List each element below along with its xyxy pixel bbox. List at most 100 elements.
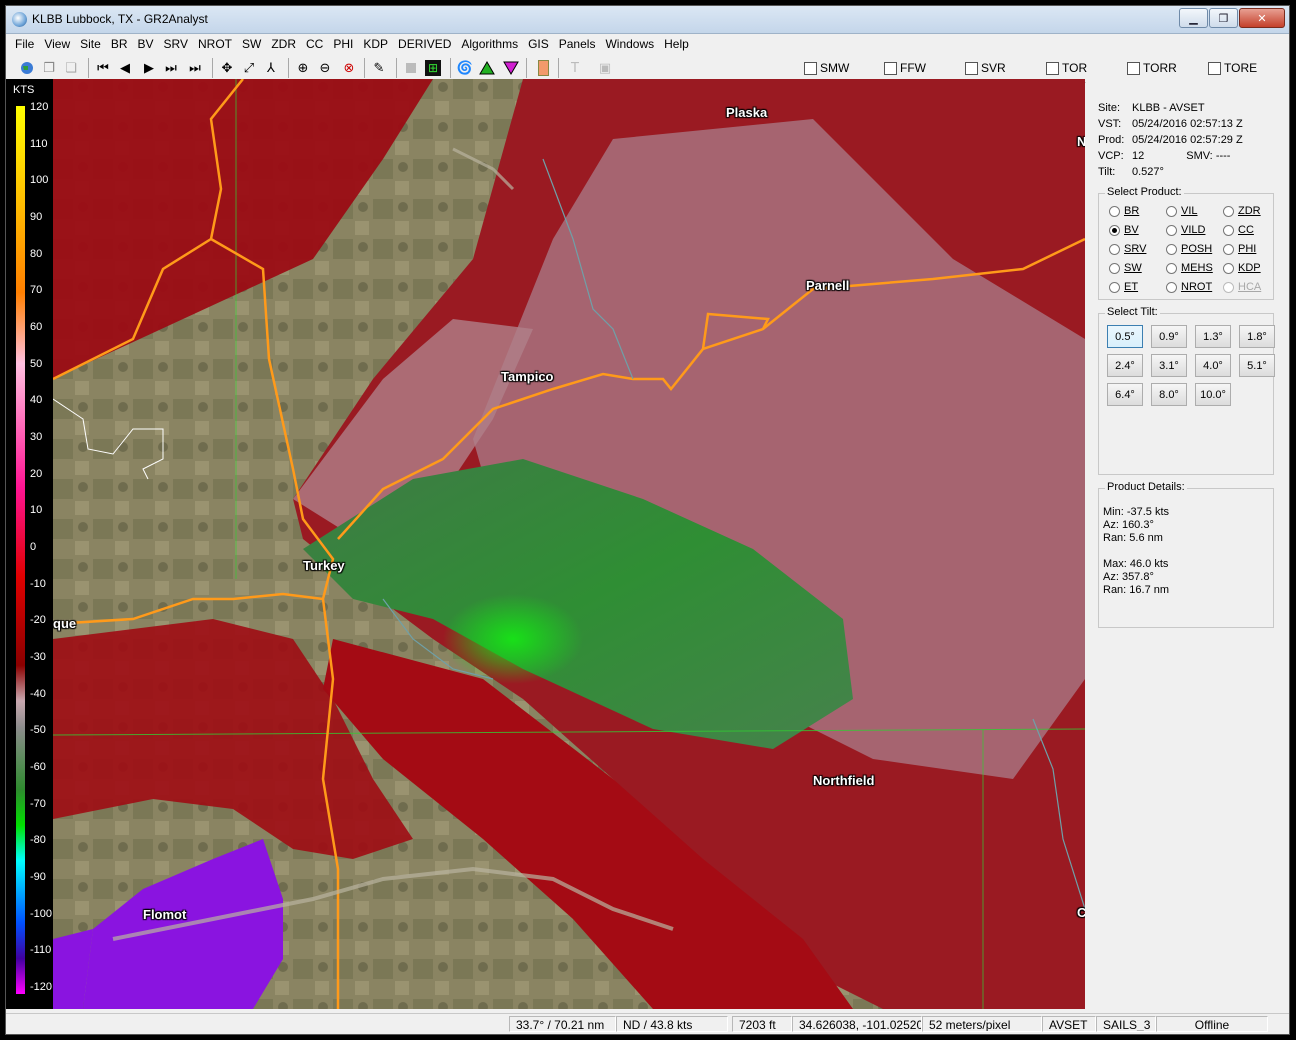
text-icon[interactable]: T (566, 59, 584, 77)
tilt-button[interactable]: 5.1° (1239, 354, 1275, 377)
menu-algorithms[interactable]: Algorithms (456, 37, 523, 51)
restore-button[interactable]: ❐ (1209, 8, 1238, 28)
radio-circle[interactable] (1223, 205, 1234, 217)
menu-srv[interactable]: SRV (159, 37, 193, 51)
radio-circle[interactable] (1223, 262, 1234, 274)
checkbox-ffw[interactable] (884, 61, 897, 75)
stop-icon[interactable] (402, 59, 420, 77)
product-radio-nrot[interactable]: NROT (1166, 281, 1212, 293)
product-radio-bv[interactable]: BV (1109, 224, 1139, 236)
marker-icon[interactable] (534, 59, 552, 77)
product-radio-cc[interactable]: CC (1223, 224, 1254, 236)
radio-circle[interactable] (1166, 262, 1177, 274)
product-radio-posh[interactable]: POSH (1166, 243, 1212, 255)
radio-circle[interactable] (1109, 205, 1120, 217)
menu-help[interactable]: Help (659, 37, 694, 51)
menu-br[interactable]: BR (106, 37, 133, 51)
measure-icon[interactable]: ⤢ (240, 59, 258, 77)
down-triangle-icon[interactable] (502, 59, 520, 77)
zoom-in-icon[interactable]: ⊕ (294, 59, 312, 77)
globe-icon[interactable] (18, 59, 36, 77)
checkbox-tor[interactable] (1046, 61, 1059, 75)
menu-view[interactable]: View (39, 37, 75, 51)
product-radio-zdr[interactable]: ZDR (1223, 205, 1261, 217)
menu-sw[interactable]: SW (237, 37, 266, 51)
pan-icon[interactable]: ✥ (218, 59, 236, 77)
radio-circle[interactable] (1223, 224, 1234, 236)
frame-icon[interactable]: ▣ (596, 59, 614, 77)
menu-derived[interactable]: DERIVED (393, 37, 456, 51)
tilt-button[interactable]: 4.0° (1195, 354, 1231, 377)
radio-circle[interactable] (1166, 205, 1177, 217)
prev-frame-icon[interactable]: ◀ (116, 59, 134, 77)
product-radio-hca[interactable]: HCA (1223, 281, 1261, 293)
paste-icon[interactable]: ❏ (62, 59, 80, 77)
warning-toggle-tore[interactable]: TORE (1208, 61, 1257, 75)
menu-bv[interactable]: BV (133, 37, 159, 51)
menu-panels[interactable]: Panels (554, 37, 601, 51)
menu-gis[interactable]: GIS (523, 37, 554, 51)
tilt-button[interactable]: 2.4° (1107, 354, 1143, 377)
product-radio-vil[interactable]: VIL (1166, 205, 1198, 217)
warning-toggle-torr[interactable]: TORR (1127, 61, 1177, 75)
product-radio-et[interactable]: ET (1109, 281, 1138, 293)
menu-zdr[interactable]: ZDR (266, 37, 301, 51)
product-radio-br[interactable]: BR (1109, 205, 1139, 217)
radio-circle[interactable] (1109, 281, 1120, 293)
checkbox-smw[interactable] (804, 61, 817, 75)
last-frame-icon[interactable]: ⏭ (186, 59, 204, 77)
copy-icon[interactable]: ❐ (40, 59, 58, 77)
legend-tick-label: -20 (30, 614, 46, 627)
up-triangle-icon[interactable] (478, 59, 496, 77)
close-button[interactable]: ✕ (1239, 8, 1285, 28)
menu-nrot[interactable]: NROT (193, 37, 237, 51)
warning-toggle-svr[interactable]: SVR (965, 61, 1006, 75)
zoom-reset-icon[interactable]: ⊗ (340, 59, 358, 77)
menu-phi[interactable]: PHI (328, 37, 358, 51)
radio-circle[interactable] (1166, 224, 1177, 236)
first-frame-icon[interactable]: ⏮ (94, 59, 112, 77)
next-frame-icon[interactable]: ⏭ (162, 59, 180, 77)
radar-map[interactable]: Plaska Parnell Tampico Turkey Northfield… (53, 79, 1085, 1009)
product-radio-sw[interactable]: SW (1109, 262, 1142, 274)
pen-icon[interactable]: ✎ (370, 59, 388, 77)
checkbox-tore[interactable] (1208, 61, 1221, 75)
radio-circle[interactable] (1109, 262, 1120, 274)
tilt-button[interactable]: 0.5° (1107, 325, 1143, 348)
product-radio-phi[interactable]: PHI (1223, 243, 1256, 255)
product-radio-srv[interactable]: SRV (1109, 243, 1146, 255)
minimize-button[interactable]: ▁ (1179, 8, 1208, 28)
zoom-out-icon[interactable]: ⊖ (316, 59, 334, 77)
play-icon[interactable]: ▶ (140, 59, 158, 77)
rotation-icon[interactable]: 🌀 (456, 59, 474, 77)
radio-circle[interactable] (1223, 243, 1234, 255)
radio-circle[interactable] (1109, 243, 1120, 255)
menu-windows[interactable]: Windows (600, 37, 659, 51)
checkbox-torr[interactable] (1127, 61, 1140, 75)
warning-toggle-ffw[interactable]: FFW (884, 61, 926, 75)
tilt-button[interactable]: 10.0° (1195, 383, 1231, 406)
menu-cc[interactable]: CC (301, 37, 328, 51)
cross-section-icon[interactable]: ⅄ (262, 59, 280, 77)
radio-circle[interactable] (1166, 243, 1177, 255)
product-radio-kdp[interactable]: KDP (1223, 262, 1261, 274)
checkbox-svr[interactable] (965, 61, 978, 75)
menu-kdp[interactable]: KDP (358, 37, 393, 51)
menu-file[interactable]: File (10, 37, 39, 51)
radio-circle[interactable] (1166, 281, 1177, 293)
tilt-button[interactable]: 8.0° (1151, 383, 1187, 406)
title-bar[interactable]: KLBB Lubbock, TX - GR2Analyst ▁ ❐ ✕ (6, 6, 1289, 34)
tilt-button[interactable]: 6.4° (1107, 383, 1143, 406)
tilt-button[interactable]: 1.3° (1195, 325, 1231, 348)
tilt-button[interactable]: 0.9° (1151, 325, 1187, 348)
warning-toggle-tor[interactable]: TOR (1046, 61, 1087, 75)
loop-icon[interactable]: ⊞ (424, 59, 442, 77)
warning-toggle-smw[interactable]: SMW (804, 61, 849, 75)
menu-site[interactable]: Site (75, 37, 106, 51)
radio-circle[interactable] (1109, 224, 1120, 236)
product-radio-mehs[interactable]: MEHS (1166, 262, 1213, 274)
tilt-button[interactable]: 1.8° (1239, 325, 1275, 348)
tilt-button[interactable]: 3.1° (1151, 354, 1187, 377)
product-radio-vild[interactable]: VILD (1166, 224, 1205, 236)
radio-circle[interactable] (1223, 281, 1234, 293)
